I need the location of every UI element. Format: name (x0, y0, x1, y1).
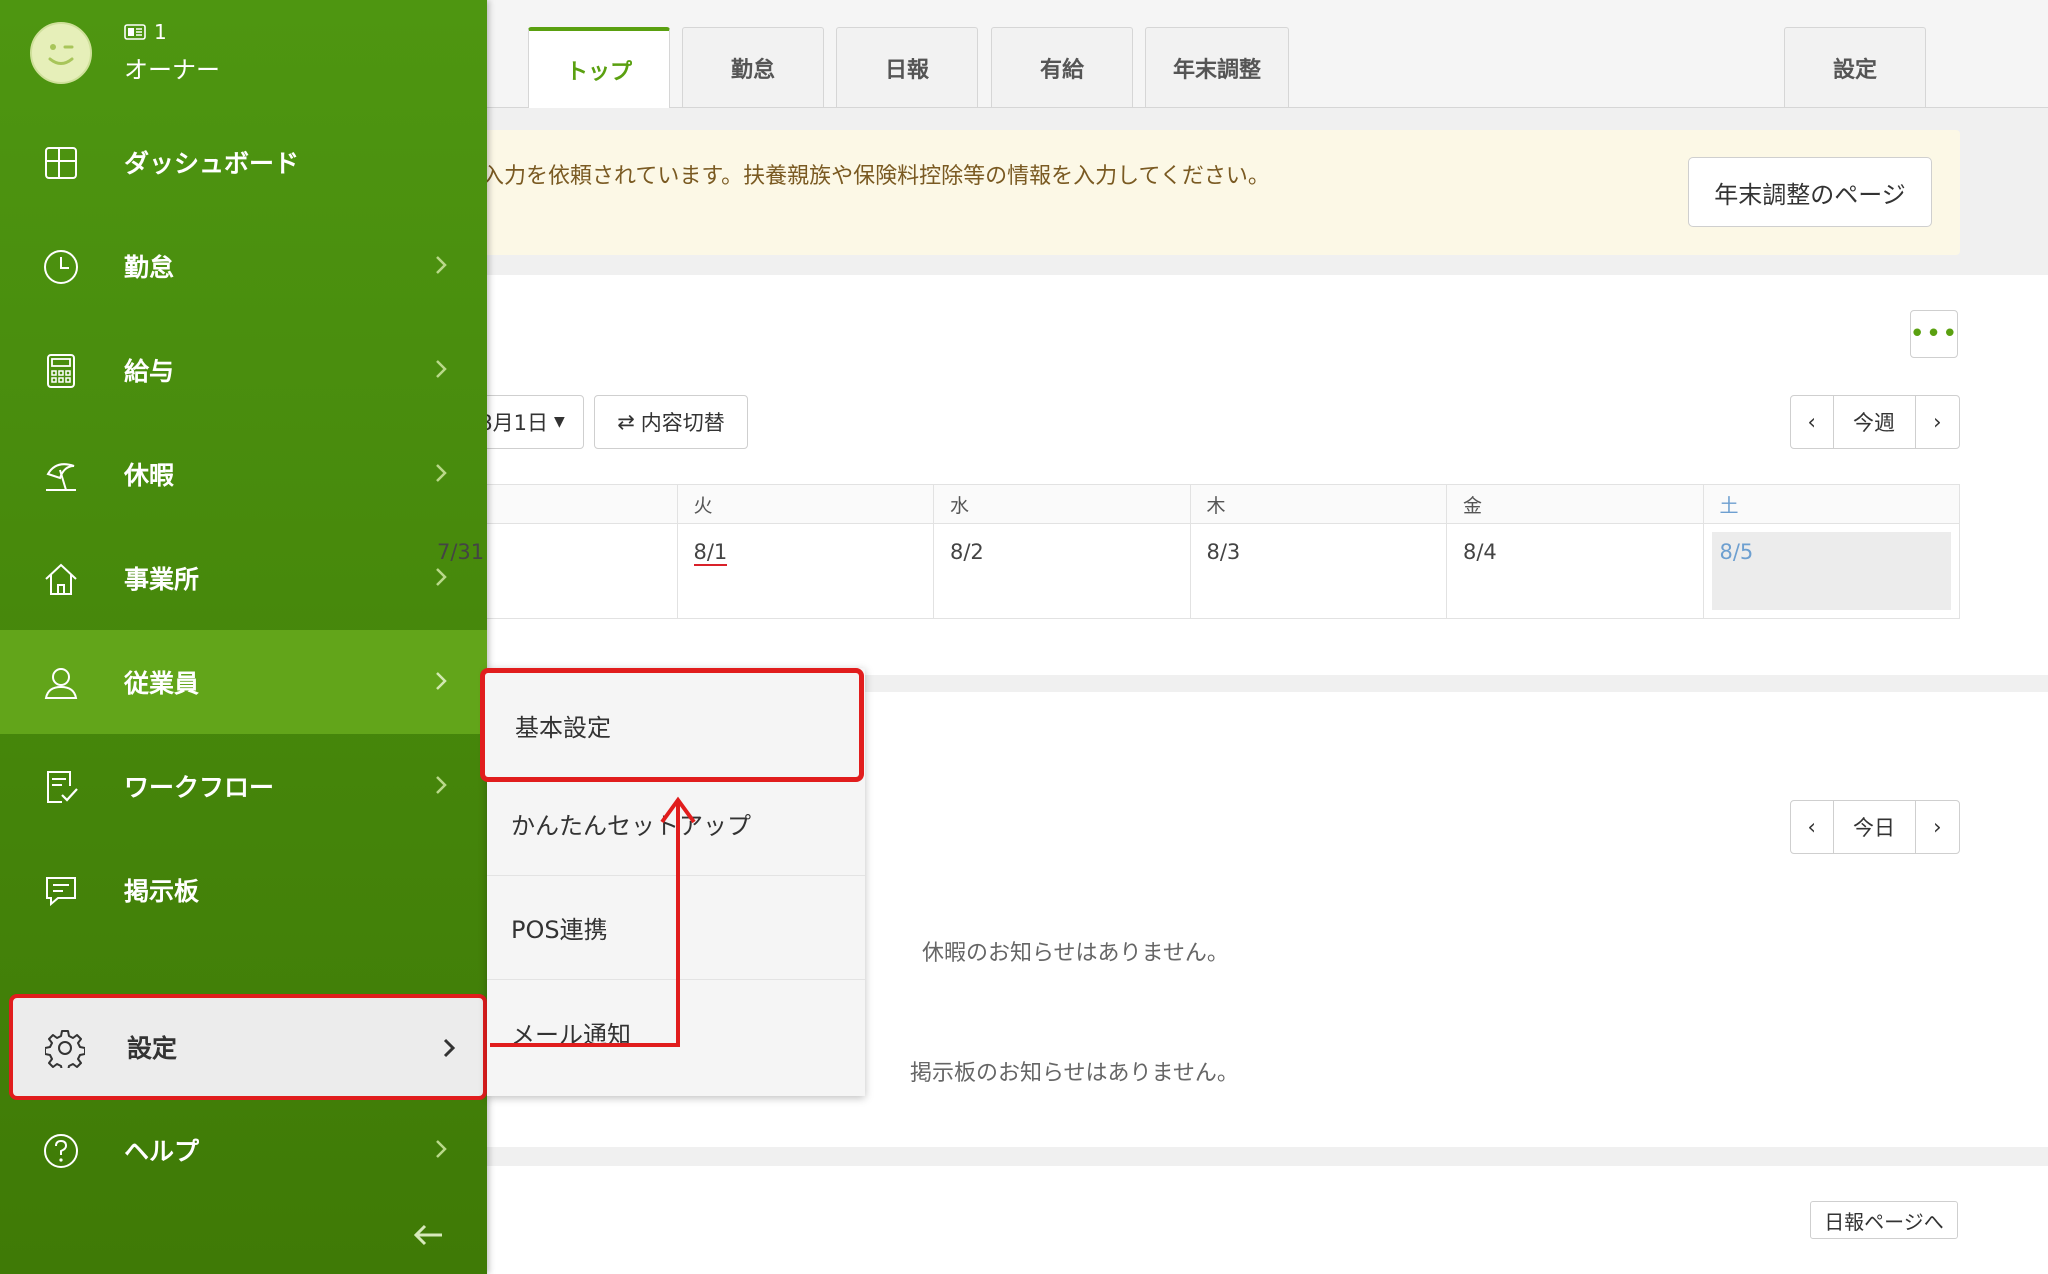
chevron-right-icon (436, 256, 447, 274)
collapse-sidebar-icon[interactable] (410, 1220, 446, 1250)
beach-icon (46, 463, 76, 491)
user-profile[interactable]: 1 オーナー (0, 0, 487, 110)
chevron-right-icon (436, 1140, 447, 1158)
content-toggle-button[interactable]: ⇄ 内容切替 (594, 395, 748, 449)
next-day-button[interactable]: › (1914, 801, 1959, 853)
day-date: 8/5 (1719, 540, 1754, 564)
submenu-item-easy-setup[interactable]: かんたんセットアップ (487, 772, 865, 876)
chevron-right-icon (443, 1038, 456, 1058)
sidebar-item-label: ワークフロー (124, 773, 275, 802)
schedule-card: ••• 8月1日 ▼ ⇄ 内容切替 ‹ 今週 › 月 火 水 木 金 土 7/3… (420, 275, 2048, 675)
clock-icon (44, 250, 78, 284)
tab-year-end-adjustment[interactable]: 年末調整 (1145, 27, 1289, 107)
sidebar-item-label: 給与 (124, 357, 175, 386)
today-button[interactable]: 今日 (1832, 801, 1915, 853)
dashboard-icon (45, 147, 77, 179)
prev-week-button[interactable]: ‹ (1791, 396, 1833, 448)
caret-down-icon: ▼ (553, 414, 565, 430)
day-date: 8/4 (1463, 540, 1497, 564)
smiley-icon (48, 44, 74, 65)
day-cell[interactable]: 8/2 (933, 523, 1191, 619)
gear-icon (45, 1030, 85, 1068)
checklist-icon (47, 771, 78, 803)
day-cell-saturday[interactable]: 8/5 (1702, 523, 1960, 619)
chevron-right-icon (436, 672, 447, 690)
this-week-button[interactable]: 今週 (1832, 396, 1915, 448)
date-picker-label: 8月1日 (479, 411, 548, 435)
leave-empty-message: 休暇のお知らせはありません。 (922, 941, 1229, 966)
weekday-header: 木 (1189, 484, 1447, 524)
person-icon (44, 668, 78, 699)
sidebar-item-label: ヘルプ (124, 1137, 200, 1166)
weekday-header: 火 (676, 484, 934, 524)
chevron-right-icon (436, 464, 447, 482)
sidebar-item-settings[interactable]: 設定 (9, 994, 487, 1100)
weekday-header: 金 (1446, 484, 1704, 524)
sidebar-item-workflow[interactable]: ワークフロー (0, 734, 487, 838)
id-card-icon (124, 24, 146, 40)
sidebar-item-leave[interactable]: 休暇 (0, 422, 487, 526)
sidebar-item-label: 掲示板 (124, 877, 200, 906)
day-cell[interactable]: 8/3 (1189, 523, 1447, 619)
daily-report-page-button[interactable]: 日報ページへ (1810, 1201, 1958, 1239)
chevron-right-icon (436, 360, 447, 378)
swap-arrows-icon: ⇄ (617, 410, 635, 434)
sidebar: 1 オーナー ダッシュボード 勤怠 給与 休暇 事業所 従業員 ワークフロー 掲… (0, 0, 487, 1274)
sidebar-item-label: 設定 (127, 1034, 178, 1063)
submenu-item-email-notification[interactable]: メール通知 (487, 980, 865, 1084)
daily-report-card: 日報ページへ (420, 1166, 2048, 1274)
tab-attendance[interactable]: 勤怠 (682, 27, 824, 107)
week-calendar: 月 火 水 木 金 土 7/31 8/1 8/2 8/3 8/4 8/5 (420, 484, 1960, 619)
sidebar-item-label: 事業所 (124, 565, 200, 594)
prev-day-button[interactable]: ‹ (1791, 801, 1833, 853)
tab-settings[interactable]: 設定 (1784, 27, 1926, 107)
notice-text: 入力を依頼されています。扶養親族や保険料控除等の情報を入力してください。 (482, 164, 1270, 189)
day-date: 8/3 (1206, 540, 1241, 564)
submenu-item-basic-settings[interactable]: 基本設定 (480, 668, 864, 782)
weekday-header: 土 (1702, 484, 1960, 524)
tab-top[interactable]: トップ (528, 27, 670, 108)
day-nav: ‹ 今日 › (1790, 800, 1960, 854)
user-id: 1 (124, 20, 167, 44)
home-icon (45, 563, 77, 595)
user-id-text: 1 (154, 20, 167, 44)
calculator-icon (47, 354, 75, 388)
day-cell[interactable]: 8/4 (1446, 523, 1704, 619)
content-toggle-label: 内容切替 (640, 411, 725, 435)
week-nav: ‹ 今週 › (1790, 395, 1960, 449)
sidebar-item-label: 勤怠 (124, 253, 175, 282)
sidebar-item-bulletin-board[interactable]: 掲示板 (0, 838, 487, 942)
next-week-button[interactable]: › (1914, 396, 1959, 448)
sidebar-item-label: 従業員 (124, 669, 200, 698)
day-date: 7/31 (437, 540, 485, 564)
sidebar-item-attendance[interactable]: 勤怠 (0, 214, 487, 318)
day-cell-today[interactable]: 8/1 (676, 523, 934, 619)
board-empty-message: 掲示板のお知らせはありません。 (910, 1061, 1239, 1086)
sidebar-item-label: ダッシュボード (124, 149, 300, 178)
chevron-right-icon (436, 568, 447, 586)
submenu-item-pos-integration[interactable]: POS連携 (487, 876, 865, 980)
day-date: 8/1 (693, 540, 728, 566)
sidebar-item-payroll[interactable]: 給与 (0, 318, 487, 422)
more-options-button[interactable]: ••• (1910, 310, 1958, 358)
year-end-notice: 入力を依頼されています。扶養親族や保険料控除等の情報を入力してください。 年末調… (420, 130, 1960, 255)
user-role: オーナー (124, 56, 220, 84)
sidebar-item-dashboard[interactable]: ダッシュボード (0, 110, 487, 214)
help-icon (44, 1134, 78, 1168)
chevron-right-icon (436, 776, 447, 794)
tab-daily-report[interactable]: 日報 (836, 27, 978, 107)
sidebar-item-office[interactable]: 事業所 (0, 526, 487, 630)
year-end-page-button[interactable]: 年末調整のページ (1688, 157, 1932, 227)
sidebar-item-label: 休暇 (124, 461, 175, 490)
sidebar-item-employees[interactable]: 従業員 (0, 630, 487, 734)
day-date: 8/2 (950, 540, 984, 564)
tab-paid-leave[interactable]: 有給 (991, 27, 1133, 107)
avatar (30, 22, 92, 84)
message-icon (46, 877, 76, 907)
weekday-header: 水 (933, 484, 1191, 524)
sidebar-item-help[interactable]: ヘルプ (0, 1098, 487, 1202)
